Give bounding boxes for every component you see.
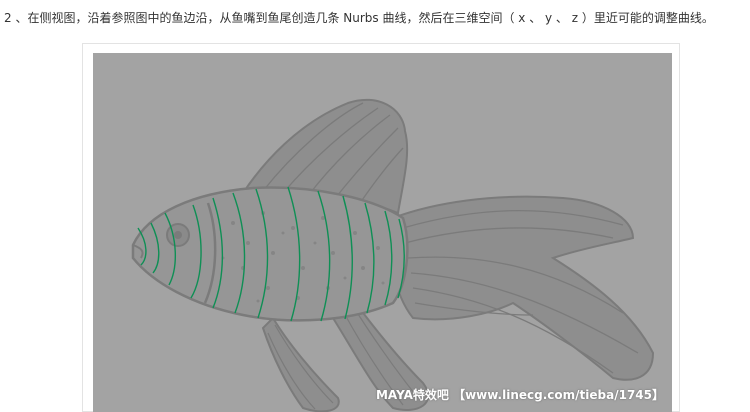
tutorial-page: 2 、在侧视图，沿着参照图中的鱼边沿，从鱼嘴到鱼尾创造几条 Nurbs 曲线，然…: [0, 0, 750, 412]
goldfish-reference-image: [131, 98, 655, 412]
watermark-text: MAYA特效吧 【www.linecg.com/tieba/1745】: [375, 388, 664, 402]
tail-fin: [390, 195, 655, 381]
instruction-text: 2 、在侧视图，沿着参照图中的鱼边沿，从鱼嘴到鱼尾创造几条 Nurbs 曲线，然…: [4, 11, 714, 25]
maya-side-view: MAYA特效吧 【www.linecg.com/tieba/1745】: [93, 53, 672, 412]
